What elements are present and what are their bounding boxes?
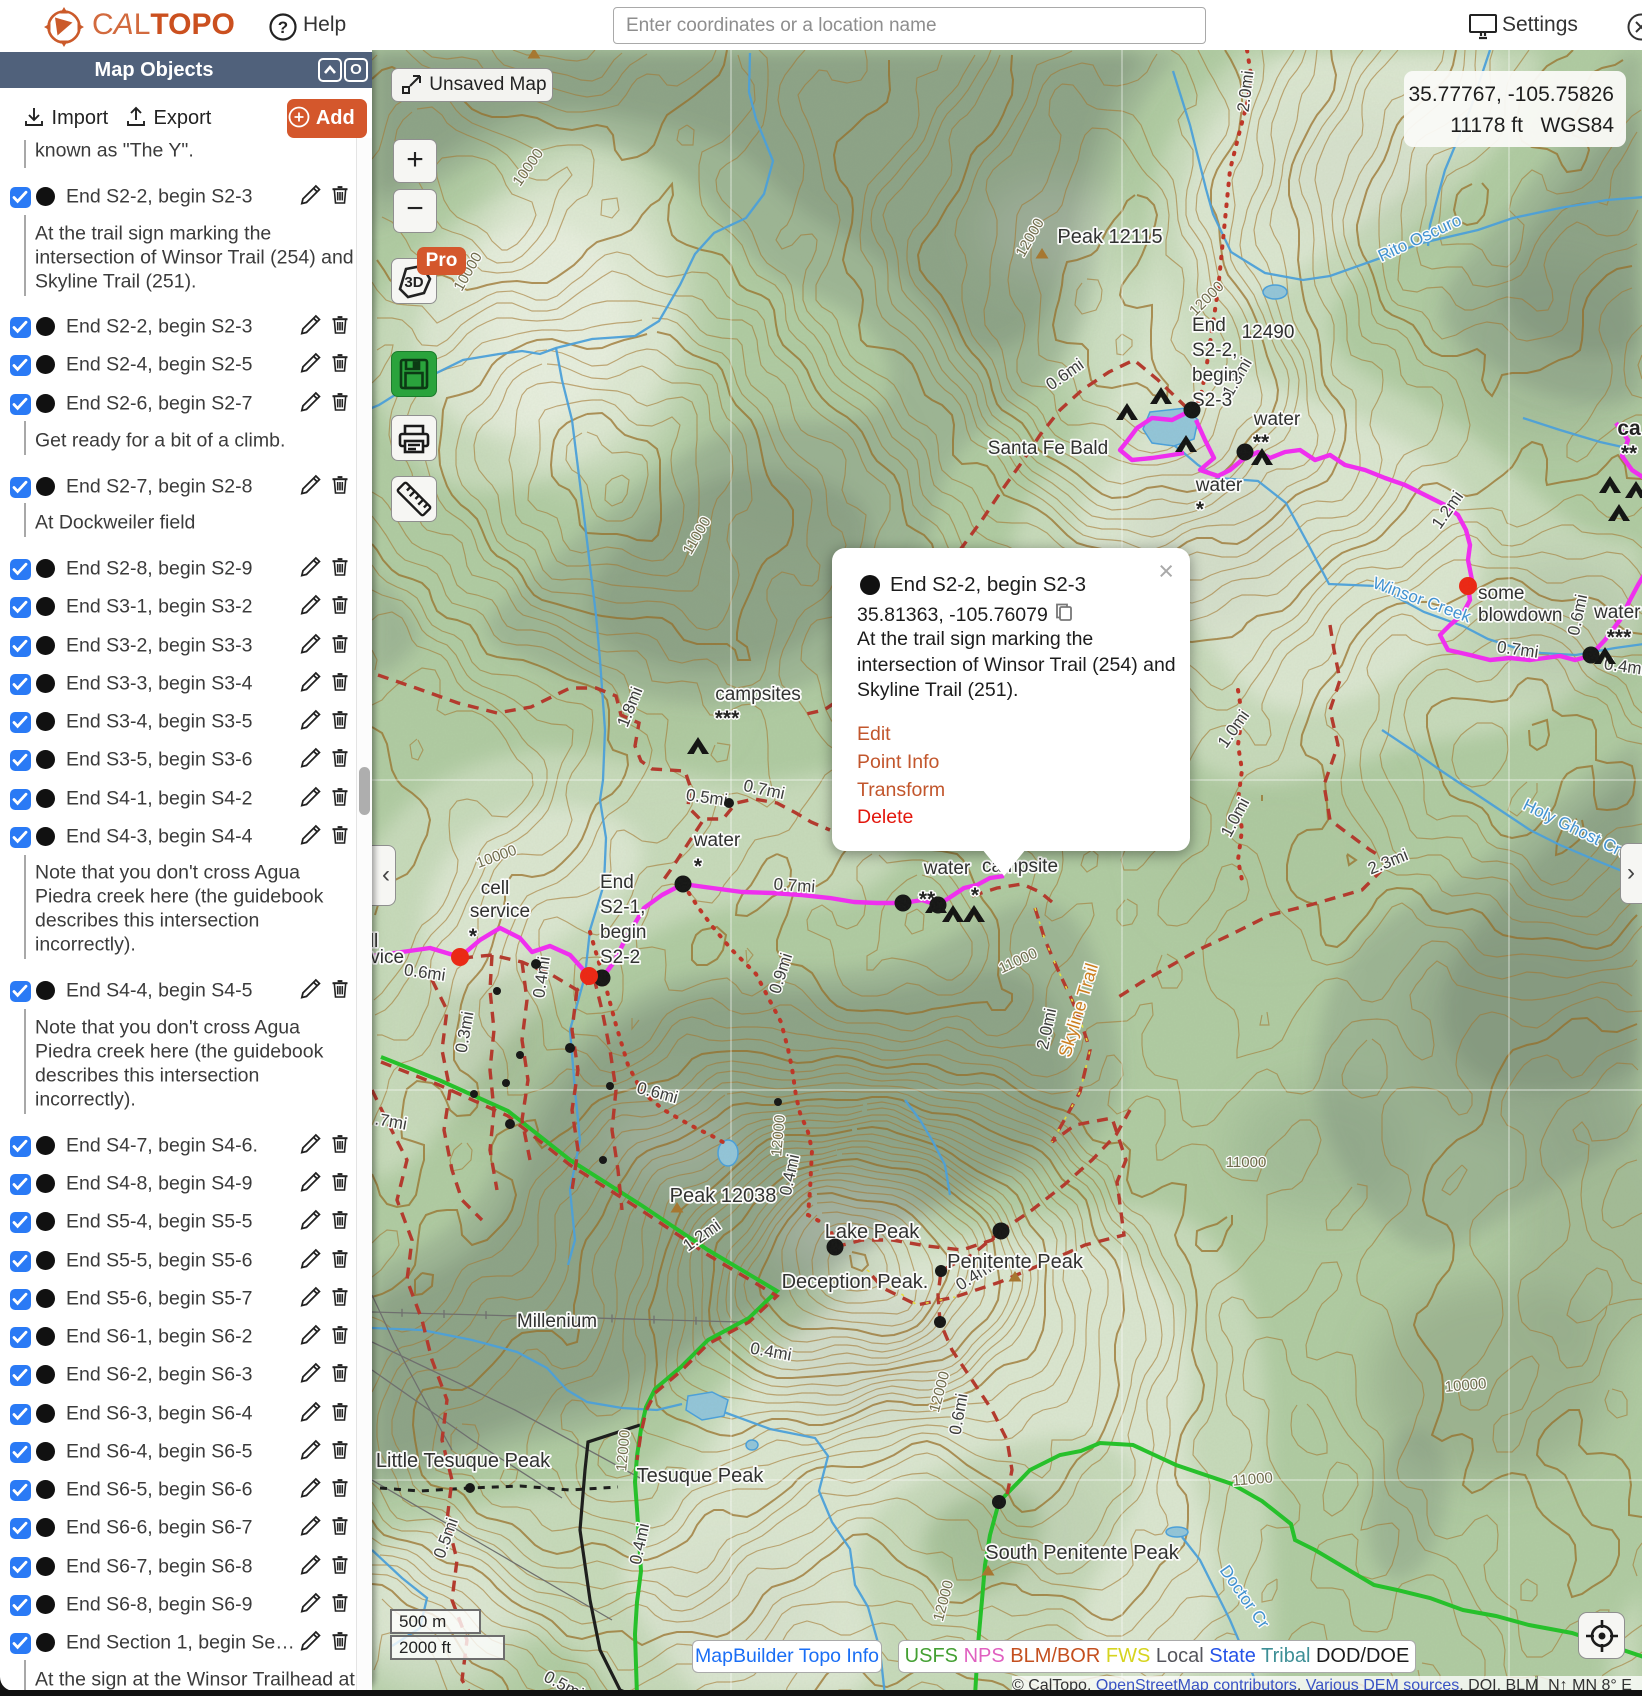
svg-text:?: ? xyxy=(278,18,288,37)
svg-text:3D: 3D xyxy=(404,274,423,291)
